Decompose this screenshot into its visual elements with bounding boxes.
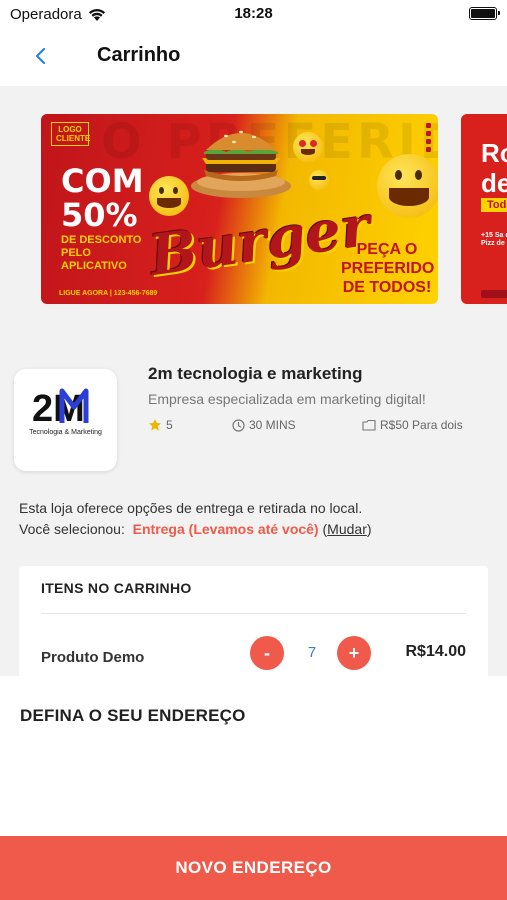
cart-title: ITENS NO CARRINHO <box>41 580 192 596</box>
banner2-button <box>481 290 507 298</box>
delivery-time-value: 30 MINS <box>249 418 296 432</box>
address-sheet-title: DEFINA O SEU ENDEREÇO <box>20 706 246 725</box>
banner-social-icons <box>426 120 434 155</box>
banner2-tag: Toda <box>481 198 507 212</box>
rating-value: 5 <box>166 418 173 432</box>
status-time: 18:28 <box>234 5 273 22</box>
banner-client-logo: LOGO CLIENTE <box>51 122 90 146</box>
price-for-two-value: R$50 Para dois <box>380 418 463 432</box>
emoji-sunglasses-icon <box>309 170 329 190</box>
store-name: 2m tecnologia e marketing <box>148 364 363 383</box>
item-quantity: 7 <box>307 644 317 661</box>
store-description: Empresa especializada em marketing digit… <box>148 391 426 407</box>
store-logo: 2M Tecnologia & Marketing <box>14 369 117 471</box>
banner-headline: COM 50% <box>61 162 144 234</box>
cart-card: ITENS NO CARRINHO Produto Demo - 7 + R$1… <box>19 566 488 676</box>
delivery-note-line2: Você selecionou: Entrega (Levamos até vo… <box>19 519 372 540</box>
cart-divider <box>41 613 466 614</box>
address-sheet: DEFINA O SEU ENDEREÇO NOVO ENDEREÇO <box>0 676 507 900</box>
banner2-subtext: +15 Sa de Pizz de refri <box>481 232 507 247</box>
cart-item-name: Produto Demo <box>41 649 145 666</box>
page-title: Carrinho <box>97 44 181 66</box>
promo-banner-2[interactable]: Ro de Toda +15 Sa de Pizz de refri <box>461 114 507 304</box>
emoji-heart-eyes-icon <box>293 132 323 162</box>
status-bar: Operadora 18:28 <box>0 0 507 28</box>
store-logo-mark: 2M <box>32 388 89 427</box>
store-rating: 5 <box>148 418 173 432</box>
store-logo-caption: Tecnologia & Marketing <box>29 429 102 436</box>
logo-text-2: 2M <box>32 388 85 427</box>
banner-subtext: DE DESCONTO PELO APLICATIVO <box>61 234 142 272</box>
selected-delivery-option: Entrega (Levamos até você) <box>132 521 319 537</box>
battery-icon <box>469 7 500 20</box>
selected-prefix: Você selecionou: <box>19 521 125 537</box>
store-delivery-time: 30 MINS <box>232 418 296 432</box>
change-option-link[interactable]: Mudar <box>327 521 367 537</box>
item-price: R$14.00 <box>405 643 467 660</box>
decrease-quantity-button[interactable]: - <box>250 636 284 670</box>
increase-quantity-button[interactable]: + <box>337 636 371 670</box>
wallet-icon <box>362 419 376 431</box>
store-price-for-two: R$50 Para dois <box>362 418 463 432</box>
delivery-note-line1: Esta loja oferece opções de entrega e re… <box>19 500 363 516</box>
nav-header: Carrinho <box>0 28 507 86</box>
emoji-laughing-icon <box>149 176 189 216</box>
cart-content[interactable]: O PREFERIDO LOGO CLIENTE COM 50% DE DESC… <box>0 86 507 676</box>
emoji-grinning-icon <box>377 154 438 218</box>
banner2-headline: Ro de <box>481 138 507 198</box>
chevron-left-icon <box>35 47 46 65</box>
burger-illustration <box>191 130 291 198</box>
delivery-note: Esta loja oferece opções de entrega e re… <box>19 498 372 540</box>
new-address-button[interactable]: NOVO ENDEREÇO <box>0 836 507 900</box>
banner-contact: LIGUE AGORA | 123-456-7689 <box>59 290 158 297</box>
star-icon <box>149 419 161 431</box>
promo-banner[interactable]: O PREFERIDO LOGO CLIENTE COM 50% DE DESC… <box>41 114 438 304</box>
change-paren-close: ) <box>366 521 372 537</box>
banner-slogan: PEÇA O PREFERIDO DE TODOS! <box>341 241 435 296</box>
back-button[interactable] <box>28 42 56 70</box>
clock-icon <box>232 418 245 432</box>
